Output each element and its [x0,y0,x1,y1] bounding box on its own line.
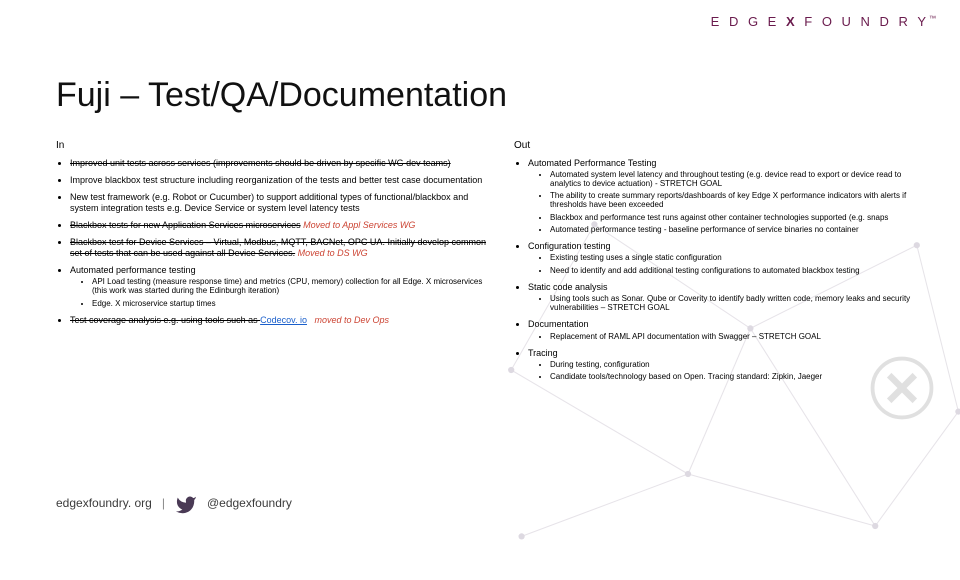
column-in-head: In [56,140,496,152]
in-subitem: Edge. X microservice startup times [92,299,496,308]
out-item: Configuration testingExisting testing us… [528,241,932,275]
out-item: DocumentationReplacement of RAML API doc… [528,319,932,341]
out-item: Static code analysisUsing tools such as … [528,282,932,313]
out-subitem: The ability to create summary reports/da… [550,191,932,209]
out-subitem: Candidate tools/technology based on Open… [550,372,932,381]
footer-handle: @edgexfoundry [207,496,292,510]
brand-logo: E D G E X F O U N D R Y™ [711,14,936,29]
twitter-icon [175,494,197,512]
in-item: Blackbox tests for new Application Servi… [70,220,496,230]
footer-site: edgexfoundry. org [56,496,152,510]
in-item: New test framework (e.g. Robot or Cucumb… [70,192,496,213]
in-subitem: API Load testing (measure response time)… [92,277,496,295]
out-subitem: Need to identify and add additional test… [550,266,932,275]
column-in: In Improved unit tests across services (… [56,140,496,389]
in-item: Automated performance testingAPI Load te… [70,265,496,308]
in-item: Blackbox test for Device Services – Virt… [70,237,496,258]
in-item: Improve blackbox test structure includin… [70,175,496,185]
out-subitem: Automated system level latency and throu… [550,170,932,188]
out-item: Automated Performance TestingAutomated s… [528,158,932,234]
in-item: Test coverage analysis e.g. using tools … [70,315,496,325]
page-title: Fuji – Test/QA/Documentation [56,76,507,115]
footer: edgexfoundry. org | @edgexfoundry [56,494,292,512]
out-subitem: Replacement of RAML API documentation wi… [550,332,932,341]
out-item: TracingDuring testing, configurationCand… [528,348,932,382]
out-subitem: During testing, configuration [550,360,932,369]
out-subitem: Existing testing uses a single static co… [550,253,932,262]
in-item: Improved unit tests across services (imp… [70,158,496,168]
out-subitem: Blackbox and performance test runs again… [550,213,932,222]
footer-separator: | [162,496,165,510]
out-subitem: Automated performance testing - baseline… [550,225,932,234]
column-out: Out Automated Performance TestingAutomat… [514,140,932,389]
column-out-head: Out [514,140,932,152]
out-subitem: Using tools such as Sonar. Qube or Cover… [550,294,932,312]
